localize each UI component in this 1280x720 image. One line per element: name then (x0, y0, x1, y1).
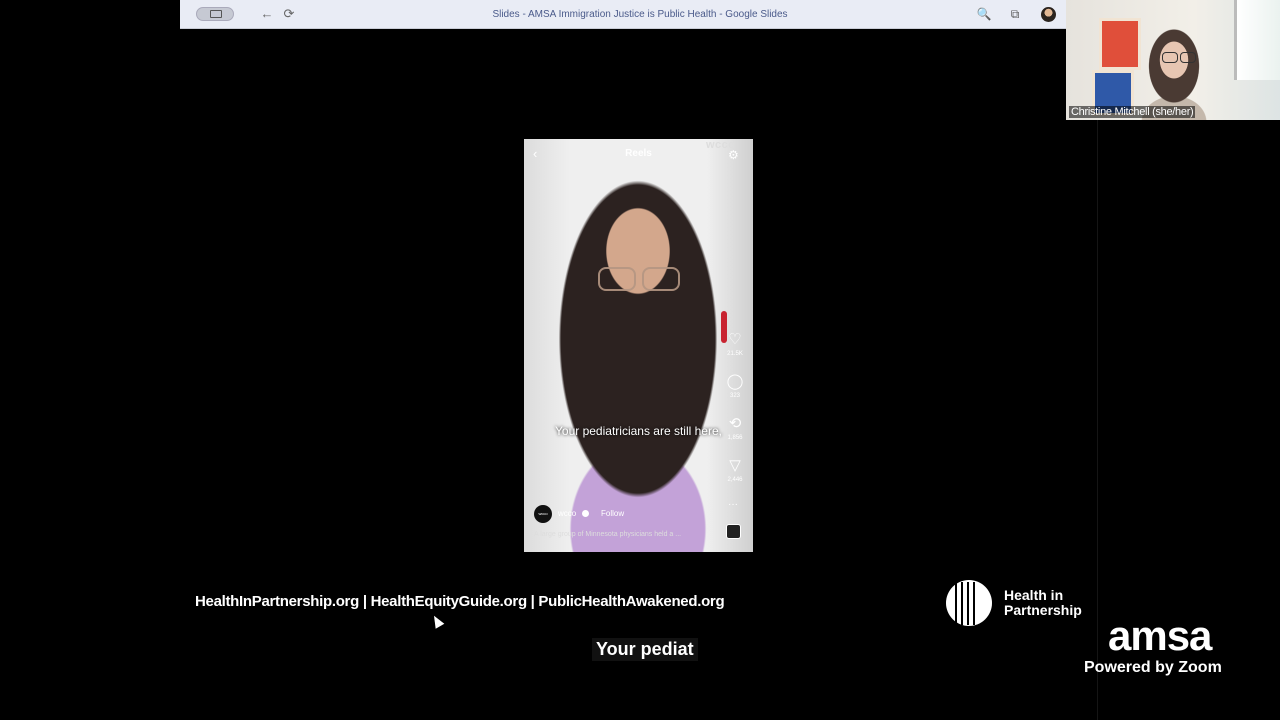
extension-icon[interactable]: ⧉ (1006, 5, 1024, 23)
like-button[interactable]: ♡ 21.5K (722, 331, 748, 358)
logo-line-1: Health in (1004, 587, 1064, 603)
like-count: 21.5K (727, 351, 743, 357)
share-button[interactable]: ▽ 2,446 (722, 457, 748, 484)
reel-video[interactable]: ‹ Reels wcco ⚙ ♡ 21.5K ◯ 323 ⟲ 1,856 ▽ 2… (524, 139, 753, 552)
glasses-shape (598, 267, 680, 291)
window-shape (1234, 0, 1280, 80)
comment-count: 323 (729, 393, 740, 399)
browser-toolbar: ← ⟳ Slides - AMSA Immigration Justice is… (180, 0, 1066, 29)
slide-links: HealthInPartnership.org | HealthEquityGu… (195, 593, 725, 610)
powered-by-zoom: Powered by Zoom (1084, 659, 1222, 676)
health-in-partnership-logo-text: Health in Partnership (1004, 588, 1082, 618)
account-avatar[interactable]: wcco (534, 505, 552, 523)
window-title: Slides - AMSA Immigration Justice is Pub… (492, 9, 788, 20)
verified-badge-icon (582, 510, 589, 517)
sidebar-toggle-button[interactable] (196, 7, 234, 21)
reel-description[interactable]: A large group of Minnesota physicians he… (534, 531, 681, 538)
profile-avatar[interactable] (1041, 7, 1056, 22)
zoom-icon[interactable]: 🔍 (975, 5, 993, 23)
share-count: 2,446 (727, 477, 743, 483)
more-options-icon[interactable]: ··· (728, 499, 738, 510)
glasses-shape (1162, 52, 1198, 63)
filter-icon[interactable]: ⚙ (728, 148, 739, 162)
account-name[interactable]: wcco (558, 509, 576, 518)
participant-video[interactable] (1066, 0, 1280, 120)
reel-caption: Your pediatricians are still here, (555, 424, 722, 438)
audio-thumbnail-icon[interactable] (726, 524, 741, 539)
back-arrow-icon[interactable]: ← (258, 5, 276, 23)
health-in-partnership-logo-icon (946, 580, 994, 627)
send-icon: ▽ (729, 457, 741, 474)
comment-button[interactable]: ◯ 323 (722, 373, 748, 400)
live-caption: Your pediat (592, 638, 698, 661)
heart-icon: ♡ (728, 331, 742, 348)
comment-icon: ◯ (726, 373, 744, 390)
participant-figure (1130, 18, 1212, 120)
logo-line-2: Partnership (1004, 602, 1082, 618)
follow-button[interactable]: Follow (601, 509, 624, 518)
reload-icon[interactable]: ⟳ (280, 5, 298, 23)
amsa-logo: amsa (1108, 612, 1212, 659)
participant-name: Christine Mitchell (she/her) (1069, 106, 1196, 118)
